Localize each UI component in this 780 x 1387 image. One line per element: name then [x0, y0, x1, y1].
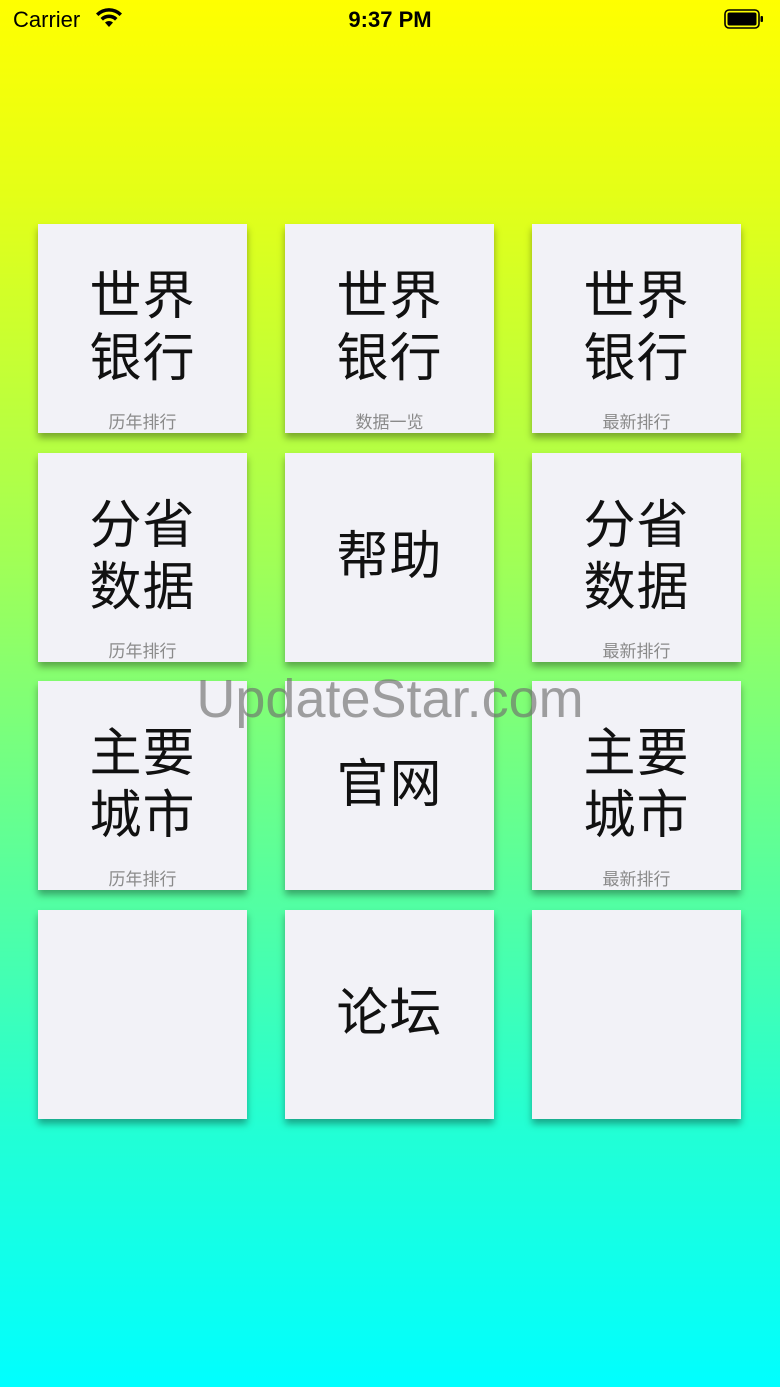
battery-icon	[724, 9, 763, 29]
tile-title: 世界 银行	[336, 267, 443, 389]
tile-major-cities-latest[interactable]: 主要 城市 最新排行	[532, 681, 741, 890]
status-bar: Carrier 9:37 PM	[0, 0, 780, 40]
tile-world-bank-overview[interactable]: 世界 银行 数据一览	[285, 224, 494, 433]
tile-forum[interactable]: 论坛	[285, 910, 494, 1119]
tile-title: 主要 城市	[89, 724, 196, 846]
tile-province-data-history[interactable]: 分省 数据 历年排行	[38, 453, 247, 662]
tile-title: 分省 数据	[583, 496, 690, 618]
tile-major-cities-history[interactable]: 主要 城市 历年排行	[38, 681, 247, 890]
tile-subtitle: 历年排行	[108, 870, 177, 890]
tile-subtitle: 最新排行	[602, 413, 671, 433]
tile-subtitle: 历年排行	[108, 413, 177, 433]
tile-title: 主要 城市	[583, 724, 690, 846]
tile-empty-right[interactable]	[532, 910, 741, 1119]
status-time: 9:37 PM	[348, 7, 432, 32]
tile-subtitle: 最新排行	[602, 870, 671, 890]
tile-title: 世界 银行	[583, 267, 690, 389]
tile-world-bank-history[interactable]: 世界 银行 历年排行	[38, 224, 247, 433]
tile-title: 分省 数据	[89, 496, 196, 618]
tile-province-data-latest[interactable]: 分省 数据 最新排行	[532, 453, 741, 662]
tile-subtitle: 最新排行	[602, 642, 671, 662]
tile-title: 官网	[336, 755, 443, 815]
tile-subtitle: 历年排行	[108, 642, 177, 662]
tile-world-bank-latest[interactable]: 世界 银行 最新排行	[532, 224, 741, 433]
tile-official-website[interactable]: 官网	[285, 681, 494, 890]
tile-subtitle: 数据一览	[355, 413, 424, 433]
tile-title: 世界 银行	[89, 267, 196, 389]
tile-help[interactable]: 帮助	[285, 453, 494, 662]
tile-title: 论坛	[336, 984, 443, 1044]
tile-title: 帮助	[336, 527, 443, 587]
tile-empty-left[interactable]	[38, 910, 247, 1119]
